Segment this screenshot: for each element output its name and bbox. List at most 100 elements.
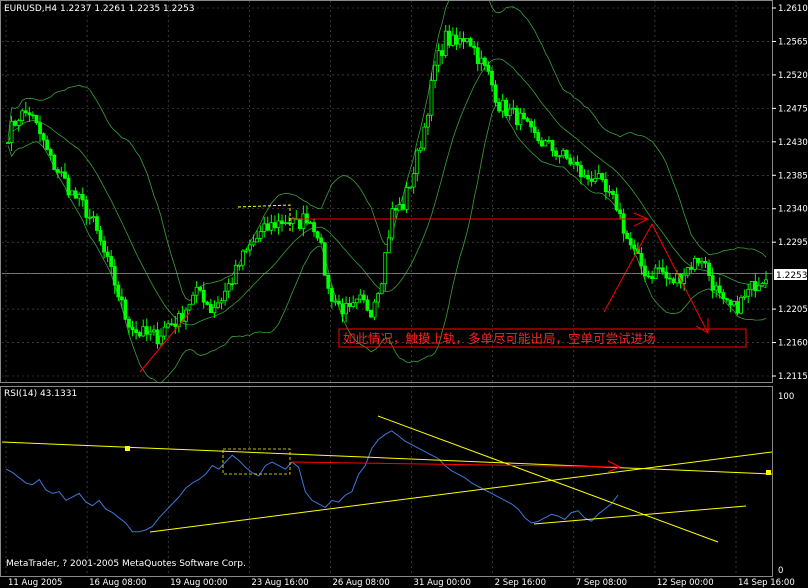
- y-tick-label: 1.2565: [778, 37, 808, 47]
- candle-body: [244, 249, 249, 252]
- candle: [216, 296, 220, 309]
- candle-body: [628, 238, 633, 246]
- candle: [511, 99, 516, 115]
- candle: [38, 115, 42, 143]
- candle: [728, 299, 733, 313]
- candle: [105, 246, 110, 263]
- candle: [379, 282, 384, 295]
- candle-body: [337, 300, 341, 305]
- candle: [205, 300, 210, 306]
- candle: [130, 320, 135, 337]
- candle-body: [152, 329, 156, 333]
- candle: [91, 210, 96, 223]
- candle: [141, 319, 146, 337]
- x-tick-label: 14 Sep 16:00: [738, 578, 795, 588]
- candle-body: [479, 57, 484, 65]
- candle: [518, 108, 523, 131]
- candle: [557, 154, 562, 164]
- candle-body: [497, 101, 501, 112]
- candle-body: [486, 65, 491, 72]
- candle-body: [198, 286, 203, 291]
- candle-body: [571, 161, 576, 165]
- candle: [187, 303, 192, 312]
- candle: [543, 139, 548, 147]
- candle: [621, 208, 626, 242]
- candle-body: [344, 303, 348, 315]
- candle: [575, 155, 580, 173]
- candle: [749, 281, 754, 297]
- candle-body: [13, 120, 18, 126]
- candle: [756, 277, 761, 292]
- candle-body: [429, 80, 434, 116]
- candle: [351, 295, 356, 309]
- candle: [347, 297, 352, 312]
- candle-body: [596, 173, 601, 179]
- candle: [63, 163, 67, 179]
- candle-body: [582, 174, 587, 178]
- candle: [721, 289, 726, 305]
- candle: [525, 116, 530, 123]
- candle-body: [739, 296, 743, 314]
- candle-body: [297, 218, 302, 229]
- candle-body: [696, 257, 701, 264]
- candle: [244, 247, 249, 254]
- candle: [390, 201, 395, 241]
- x-tick-label: 12 Sep 00:00: [657, 578, 714, 588]
- candle: [490, 66, 494, 92]
- candle-body: [361, 294, 366, 301]
- candle-body: [721, 292, 726, 299]
- candle: [522, 108, 526, 121]
- candle-body: [415, 149, 420, 175]
- candle: [134, 321, 139, 340]
- candle: [166, 320, 171, 329]
- candle-body: [418, 147, 423, 151]
- candle-body: [41, 133, 46, 141]
- candle-body: [671, 278, 676, 284]
- candle-body: [326, 274, 331, 289]
- candle: [223, 282, 227, 306]
- candle: [739, 294, 743, 315]
- candle-body: [518, 112, 523, 126]
- candle-body: [340, 303, 345, 315]
- candle: [98, 225, 103, 246]
- candle-body: [514, 107, 519, 126]
- candle-body: [194, 286, 199, 296]
- candle-body: [354, 298, 359, 304]
- rsi-title: RSI(14) 43.1331: [4, 389, 77, 399]
- candle: [73, 187, 78, 199]
- candle-body: [685, 267, 690, 276]
- candle: [319, 233, 324, 245]
- candle-body: [162, 326, 167, 337]
- candle: [176, 310, 181, 333]
- candle: [276, 213, 281, 235]
- candle: [386, 230, 391, 254]
- candle: [703, 256, 708, 268]
- candle: [660, 259, 665, 275]
- candle-body: [248, 244, 252, 251]
- candle-body: [689, 267, 694, 270]
- candle-body: [482, 57, 487, 66]
- candle: [692, 255, 697, 272]
- candle-body: [55, 169, 60, 173]
- candle: [280, 214, 284, 232]
- candle-body: [141, 326, 146, 337]
- candle: [315, 230, 320, 241]
- candle-body: [351, 302, 356, 307]
- candle: [102, 236, 106, 259]
- candle: [148, 326, 153, 341]
- candle: [668, 272, 672, 285]
- candle: [55, 167, 60, 179]
- candle-body: [472, 45, 477, 49]
- candle-body: [23, 110, 28, 114]
- candle: [465, 38, 469, 44]
- candle-body: [550, 140, 555, 152]
- candle: [66, 174, 71, 198]
- candle-body: [465, 38, 469, 42]
- candle-body: [166, 323, 171, 328]
- candle: [23, 101, 28, 117]
- rsi-trendline-long: [1, 441, 773, 475]
- candle: [710, 267, 715, 299]
- candle-body: [632, 244, 637, 250]
- candle-body: [664, 271, 669, 279]
- candle-body: [586, 174, 590, 180]
